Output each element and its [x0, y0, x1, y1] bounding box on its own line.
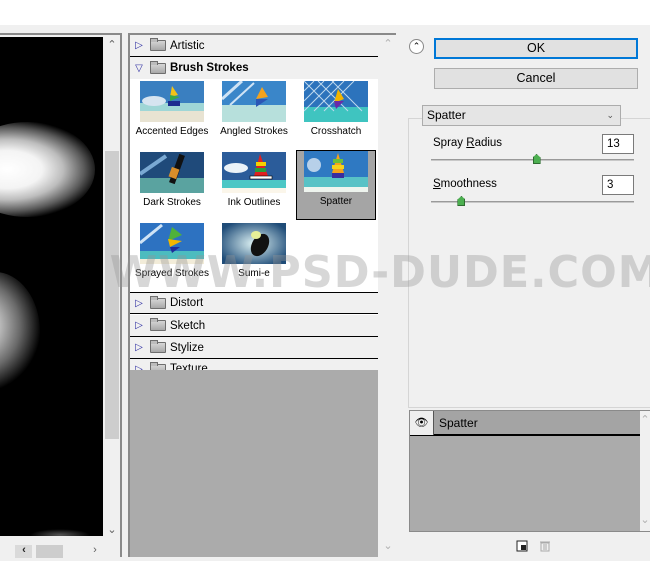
- expand-triangle-icon[interactable]: ▷: [130, 40, 148, 51]
- spray-radius-slider[interactable]: [431, 159, 634, 161]
- folder-icon: [150, 318, 166, 331]
- effect-layer-row[interactable]: 👁 Spatter: [410, 410, 640, 436]
- filter-settings-group: [408, 118, 650, 408]
- scroll-right-icon[interactable]: ›: [88, 545, 102, 556]
- filter-thumb-accented-edges[interactable]: Accented Edges: [132, 81, 212, 151]
- cancel-button[interactable]: Cancel: [434, 68, 638, 89]
- scrollbar-thumb[interactable]: [36, 545, 63, 558]
- sprayed-strokes-preview: [140, 223, 204, 264]
- scroll-down-icon[interactable]: ⌄: [105, 525, 119, 536]
- scrollbar-thumb[interactable]: [105, 151, 119, 439]
- filter-list-scrollbar[interactable]: ⌃ ⌄: [379, 35, 396, 557]
- collapse-triangle-icon[interactable]: ▽: [130, 63, 148, 74]
- effect-layers-panel: 👁 Spatter ⌃ ⌄: [409, 410, 650, 532]
- filter-thumb-sumi-e[interactable]: Sumi-e: [214, 223, 294, 293]
- filter-gallery-dialog: ⌃ ⌄ ‹ › ▷ Artistic ▽ Brush Strokes Accen…: [0, 25, 650, 561]
- spray-radius-label: Spray Radius: [433, 137, 503, 149]
- spatter-preview: [304, 151, 368, 192]
- chevron-down-icon: ⌄: [606, 110, 614, 120]
- scroll-up-icon[interactable]: ⌃: [105, 40, 119, 51]
- folder-open-icon: [150, 60, 166, 74]
- expand-triangle-icon[interactable]: ▷: [130, 298, 148, 309]
- ok-button[interactable]: OK: [434, 38, 638, 59]
- filter-thumb-ink-outlines[interactable]: Ink Outlines: [214, 152, 294, 222]
- scroll-down-icon[interactable]: ⌄: [638, 515, 650, 526]
- scroll-up-icon[interactable]: ⌃: [638, 415, 650, 426]
- category-sketch[interactable]: ▷ Sketch: [130, 315, 378, 337]
- eye-icon[interactable]: 👁: [410, 410, 434, 435]
- angled-strokes-preview: [222, 81, 286, 122]
- spray-radius-input[interactable]: 13: [602, 134, 634, 154]
- effect-layers-scrollbar[interactable]: ⌃ ⌄: [640, 411, 650, 531]
- filter-browser: ▷ Artistic ▽ Brush Strokes Accented Edge…: [128, 33, 396, 557]
- dark-strokes-preview: [140, 152, 204, 193]
- expand-triangle-icon[interactable]: ▷: [130, 320, 148, 331]
- scroll-down-icon[interactable]: ⌄: [381, 541, 395, 552]
- filter-list-empty-area: [130, 370, 378, 557]
- filter-list: ▷ Artistic ▽ Brush Strokes Accented Edge…: [130, 35, 378, 557]
- crosshatch-preview: [304, 81, 368, 122]
- double-chevron-up-icon[interactable]: ⌃: [409, 39, 424, 54]
- preview-horizontal-scrollbar[interactable]: ‹ ›: [0, 544, 104, 559]
- folder-icon: [150, 340, 166, 353]
- brush-strokes-thumbnails: Accented Edges Angled Strokes Crosshatch…: [130, 79, 378, 292]
- category-artistic[interactable]: ▷ Artistic: [130, 35, 378, 57]
- category-distort[interactable]: ▷ Distort: [130, 292, 378, 314]
- ink-outlines-preview: [222, 152, 286, 193]
- filter-thumb-crosshatch[interactable]: Crosshatch: [296, 81, 376, 151]
- filter-select[interactable]: Spatter ⌄: [422, 105, 621, 126]
- filter-thumb-spatter[interactable]: Spatter: [296, 150, 376, 220]
- category-brush-strokes[interactable]: ▽ Brush Strokes: [130, 57, 378, 79]
- accented-edges-preview: [140, 81, 204, 122]
- sumi-e-preview: [222, 223, 286, 264]
- preview-image[interactable]: [0, 37, 103, 536]
- scroll-up-icon[interactable]: ⌃: [381, 39, 395, 50]
- filter-thumb-sprayed-strokes[interactable]: Sprayed Strokes: [132, 223, 212, 293]
- trash-icon[interactable]: [539, 540, 551, 552]
- preview-pane: ⌃ ⌄ ‹ ›: [0, 33, 122, 559]
- smoothness-label: Smoothness: [433, 178, 497, 190]
- folder-icon: [150, 38, 166, 51]
- category-stylize[interactable]: ▷ Stylize: [130, 337, 378, 359]
- new-effect-layer-icon[interactable]: [516, 540, 528, 552]
- filter-thumb-dark-strokes[interactable]: Dark Strokes: [132, 152, 212, 222]
- folder-icon: [150, 295, 166, 309]
- expand-triangle-icon[interactable]: ▷: [130, 342, 148, 353]
- preview-vertical-scrollbar[interactable]: ⌃ ⌄: [104, 37, 120, 547]
- filter-thumb-angled-strokes[interactable]: Angled Strokes: [214, 81, 294, 151]
- scroll-left-icon[interactable]: ‹: [17, 545, 31, 556]
- smoothness-input[interactable]: 3: [602, 175, 634, 195]
